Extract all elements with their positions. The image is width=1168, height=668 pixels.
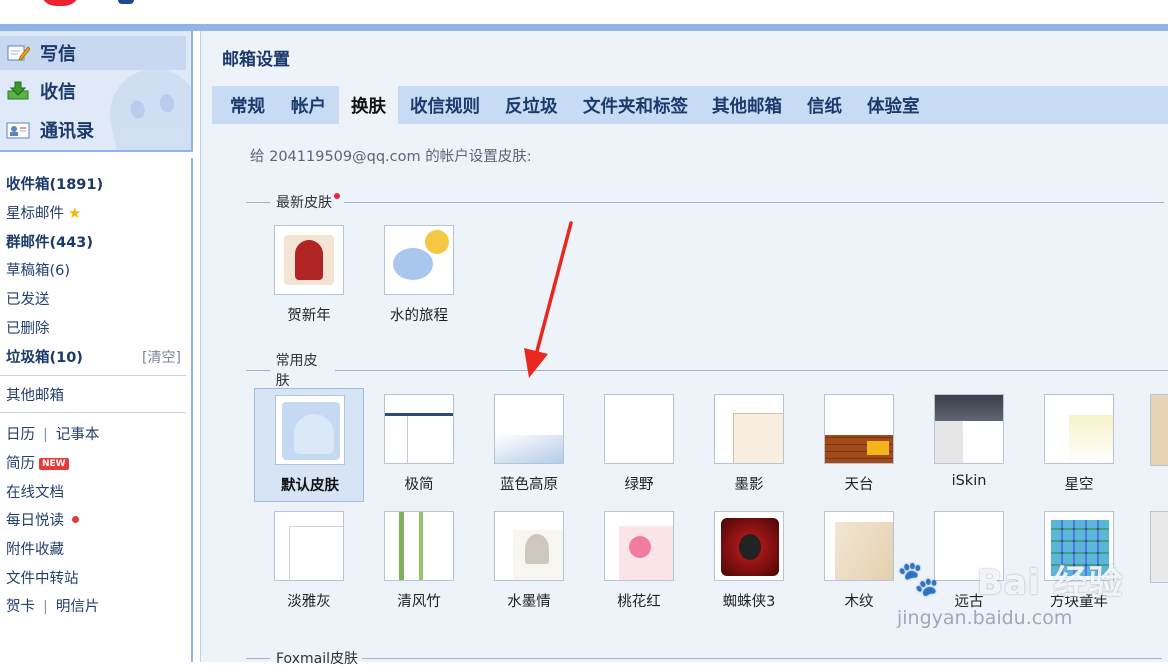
baidu-jingyan-watermark: 🐾 Bai 经验 jingyan.baidu.com (897, 555, 1157, 635)
watermark-brand: Bai 经验 (977, 563, 1124, 603)
watermark-url: jingyan.baidu.com (897, 607, 1073, 629)
paw-logo-icon: 🐾 (897, 559, 940, 599)
